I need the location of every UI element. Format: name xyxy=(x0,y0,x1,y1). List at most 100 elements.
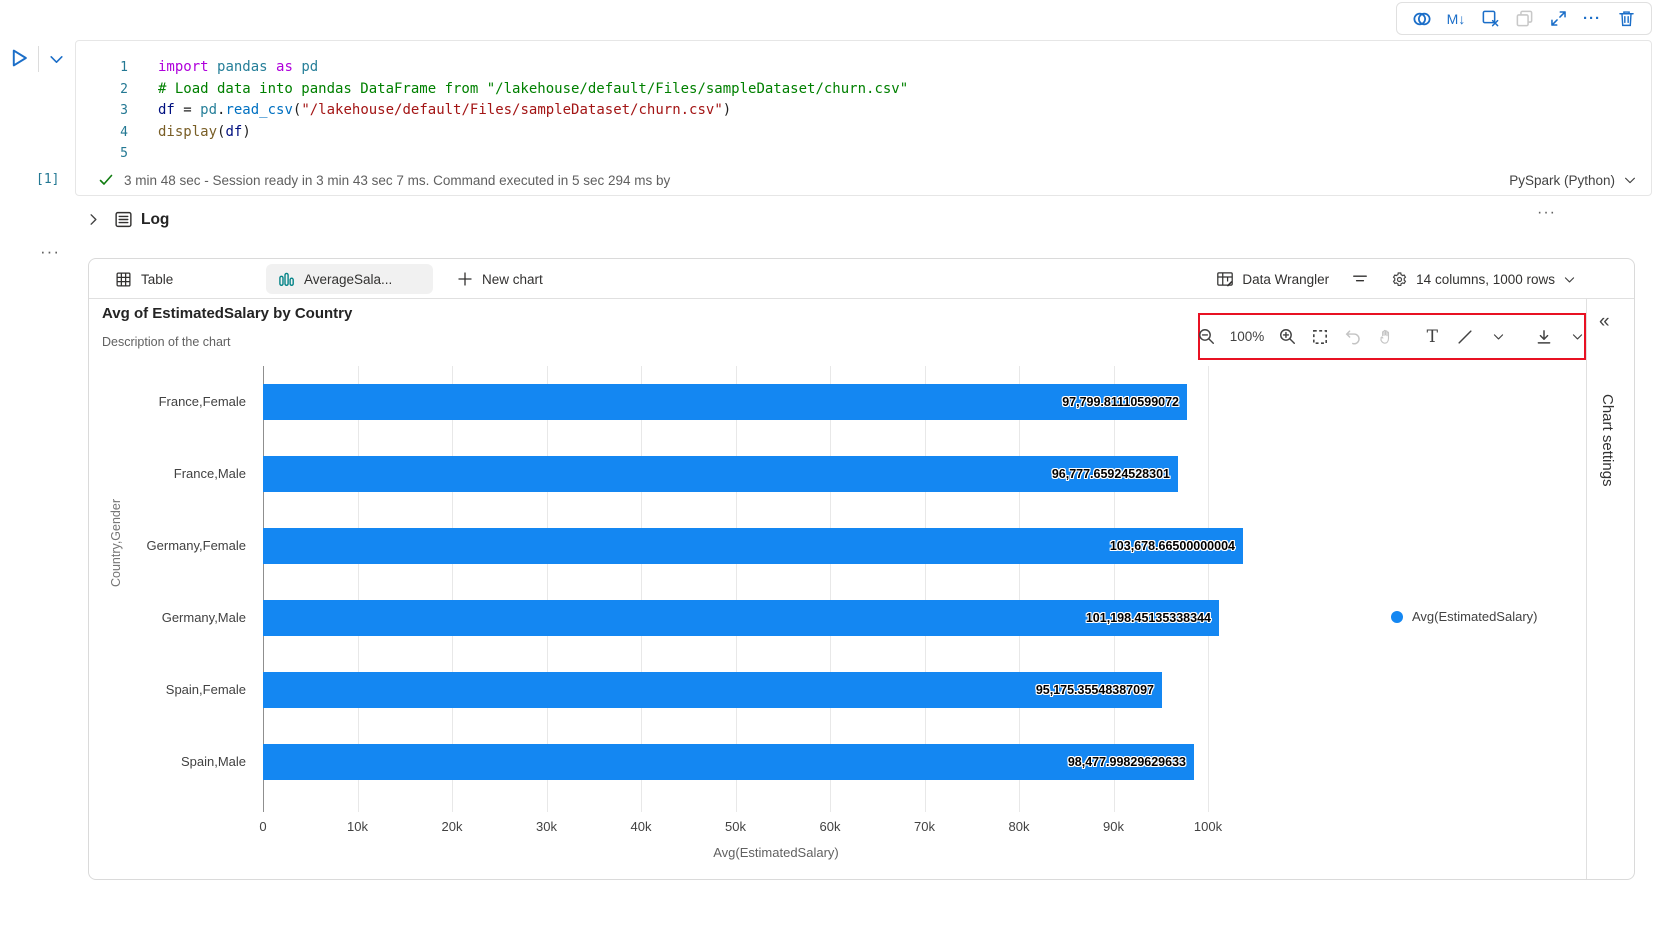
code-text: import pandas as pd xyxy=(128,57,318,79)
filter-lines-icon xyxy=(1351,270,1369,288)
zoom-out-icon[interactable] xyxy=(1197,325,1217,349)
bar[interactable]: 101,198.45135338344 xyxy=(263,600,1219,636)
log-title[interactable]: Log xyxy=(141,211,169,229)
marquee-select-icon[interactable] xyxy=(1310,325,1330,349)
x-tick-label: 10k xyxy=(328,819,388,834)
x-tick-label: 20k xyxy=(422,819,482,834)
chart-toolbar-annotated: 100% T xyxy=(1198,313,1586,360)
filter-button[interactable] xyxy=(1351,270,1369,288)
more-options-icon[interactable]: ··· xyxy=(1579,6,1605,32)
code-cell[interactable]: 1import pandas as pd2# Load data into pa… xyxy=(75,40,1652,196)
code-line[interactable]: 5 xyxy=(76,143,908,165)
chevron-down-icon xyxy=(1563,273,1576,286)
output-tools: Data Wrangler 14 columns, 1000 rows xyxy=(1216,259,1576,299)
line-tool-icon[interactable] xyxy=(1455,325,1475,349)
legend-dot xyxy=(1391,611,1403,623)
output-more-icon[interactable]: ··· xyxy=(40,242,60,262)
chart-legend[interactable]: Avg(EstimatedSalary) xyxy=(1391,609,1537,624)
chart-settings-strip: « Chart settings xyxy=(1586,299,1635,879)
tab-new-chart[interactable]: New chart xyxy=(445,264,555,294)
chart-subtitle: Description of the chart xyxy=(102,335,231,349)
bar[interactable]: 97,799.81110599072 xyxy=(263,384,1187,420)
table-info-label: 14 columns, 1000 rows xyxy=(1416,272,1555,287)
y-category-label: France,Female xyxy=(89,393,246,411)
line-tool-chevron-icon[interactable] xyxy=(1488,325,1508,349)
zoom-level[interactable]: 100% xyxy=(1230,329,1265,344)
delete-cell-icon[interactable] xyxy=(1613,6,1639,32)
x-tick-label: 0 xyxy=(233,819,293,834)
log-more-icon[interactable]: ··· xyxy=(1537,204,1556,222)
gutter-divider xyxy=(38,46,39,72)
cell-toolbar: M↓ ··· xyxy=(1396,2,1652,35)
data-wrangler-icon xyxy=(1216,270,1234,288)
x-axis-title: Avg(EstimatedSalary) xyxy=(626,845,926,860)
kernel-label: PySpark (Python) xyxy=(1509,173,1615,188)
tab-table-label: Table xyxy=(141,272,173,287)
expand-cell-icon[interactable] xyxy=(1545,6,1571,32)
tab-chart-selected[interactable]: AverageSala... xyxy=(266,264,433,294)
line-number: 1 xyxy=(76,57,128,79)
expand-settings-icon[interactable]: « xyxy=(1599,311,1610,333)
code-text: # Load data into pandas DataFrame from "… xyxy=(128,79,908,101)
log-section: Log ··· xyxy=(0,204,1656,238)
cell-status-bar: 3 min 48 sec - Session ready in 3 min 43… xyxy=(76,165,1651,195)
x-tick-label: 80k xyxy=(989,819,1049,834)
download-icon[interactable] xyxy=(1534,325,1554,349)
line-number: 2 xyxy=(76,79,128,101)
y-category-label: Germany,Male xyxy=(89,609,246,627)
code-editor[interactable]: 1import pandas as pd2# Load data into pa… xyxy=(76,57,908,165)
code-line[interactable]: 4display(df) xyxy=(76,122,908,144)
x-tick-label: 30k xyxy=(517,819,577,834)
y-category-label: Spain,Female xyxy=(89,681,246,699)
bar[interactable]: 103,678.66500000004 xyxy=(263,528,1243,564)
tab-new-chart-label: New chart xyxy=(482,272,543,287)
text-tool-icon[interactable]: T xyxy=(1422,325,1442,349)
x-tick-label: 40k xyxy=(611,819,671,834)
clear-output-icon[interactable] xyxy=(1477,6,1503,32)
copilot-icon[interactable] xyxy=(1409,6,1435,32)
run-options-chevron-icon[interactable] xyxy=(48,51,65,68)
code-line[interactable]: 1import pandas as pd xyxy=(76,57,908,79)
legend-label: Avg(EstimatedSalary) xyxy=(1412,609,1537,624)
line-number: 5 xyxy=(76,143,128,165)
y-category-label: Spain,Male xyxy=(89,753,246,771)
bar[interactable]: 96,777.65924528301 xyxy=(263,456,1178,492)
data-wrangler-label: Data Wrangler xyxy=(1242,272,1329,287)
x-tick-label: 60k xyxy=(800,819,860,834)
zoom-in-icon[interactable] xyxy=(1277,325,1297,349)
tab-table[interactable]: Table xyxy=(103,264,185,294)
undo-icon xyxy=(1343,325,1363,349)
run-cell-button[interactable] xyxy=(8,46,30,70)
bar[interactable]: 95,175.35548387097 xyxy=(263,672,1162,708)
bar[interactable]: 98,477.99829629633 xyxy=(263,744,1194,780)
success-check-icon xyxy=(98,172,114,188)
notebook-page: M↓ ··· [1] ··· 1import pandas as pd2# Lo… xyxy=(0,0,1656,936)
convert-to-markdown-icon[interactable]: M↓ xyxy=(1443,6,1469,32)
line-number: 4 xyxy=(76,122,128,144)
gridline xyxy=(1208,366,1209,812)
code-line[interactable]: 2# Load data into pandas DataFrame from … xyxy=(76,79,908,101)
chart-settings-label[interactable]: Chart settings xyxy=(1599,394,1616,487)
output-tabbar: Table AverageSala... New chart Data Wran… xyxy=(89,259,1634,299)
kernel-selector[interactable]: PySpark (Python) xyxy=(1509,173,1637,188)
gear-icon xyxy=(1391,271,1408,288)
tab-chart-label: AverageSala... xyxy=(304,272,392,287)
log-expand-chevron-icon[interactable] xyxy=(86,212,101,227)
code-line[interactable]: 3df = pd.read_csv("/lakehouse/default/Fi… xyxy=(76,100,908,122)
download-chevron-icon[interactable] xyxy=(1567,325,1587,349)
chart-title: Avg of EstimatedSalary by Country xyxy=(102,305,352,322)
bar-value-label: 103,678.66500000004 xyxy=(1110,528,1235,564)
plus-icon xyxy=(457,271,473,287)
output-panel: Table AverageSala... New chart Data Wran… xyxy=(88,258,1635,880)
code-text xyxy=(128,143,158,165)
x-tick-label: 100k xyxy=(1178,819,1238,834)
bar-value-label: 96,777.65924528301 xyxy=(1052,456,1170,492)
data-wrangler-button[interactable]: Data Wrangler xyxy=(1216,270,1329,288)
x-tick-label: 90k xyxy=(1084,819,1144,834)
chevron-down-icon xyxy=(1623,173,1637,187)
execution-count: [1] xyxy=(36,172,59,187)
duplicate-cell-icon[interactable] xyxy=(1511,6,1537,32)
code-text: df = pd.read_csv("/lakehouse/default/Fil… xyxy=(128,100,731,122)
table-settings-button[interactable]: 14 columns, 1000 rows xyxy=(1391,271,1576,288)
line-number: 3 xyxy=(76,100,128,122)
